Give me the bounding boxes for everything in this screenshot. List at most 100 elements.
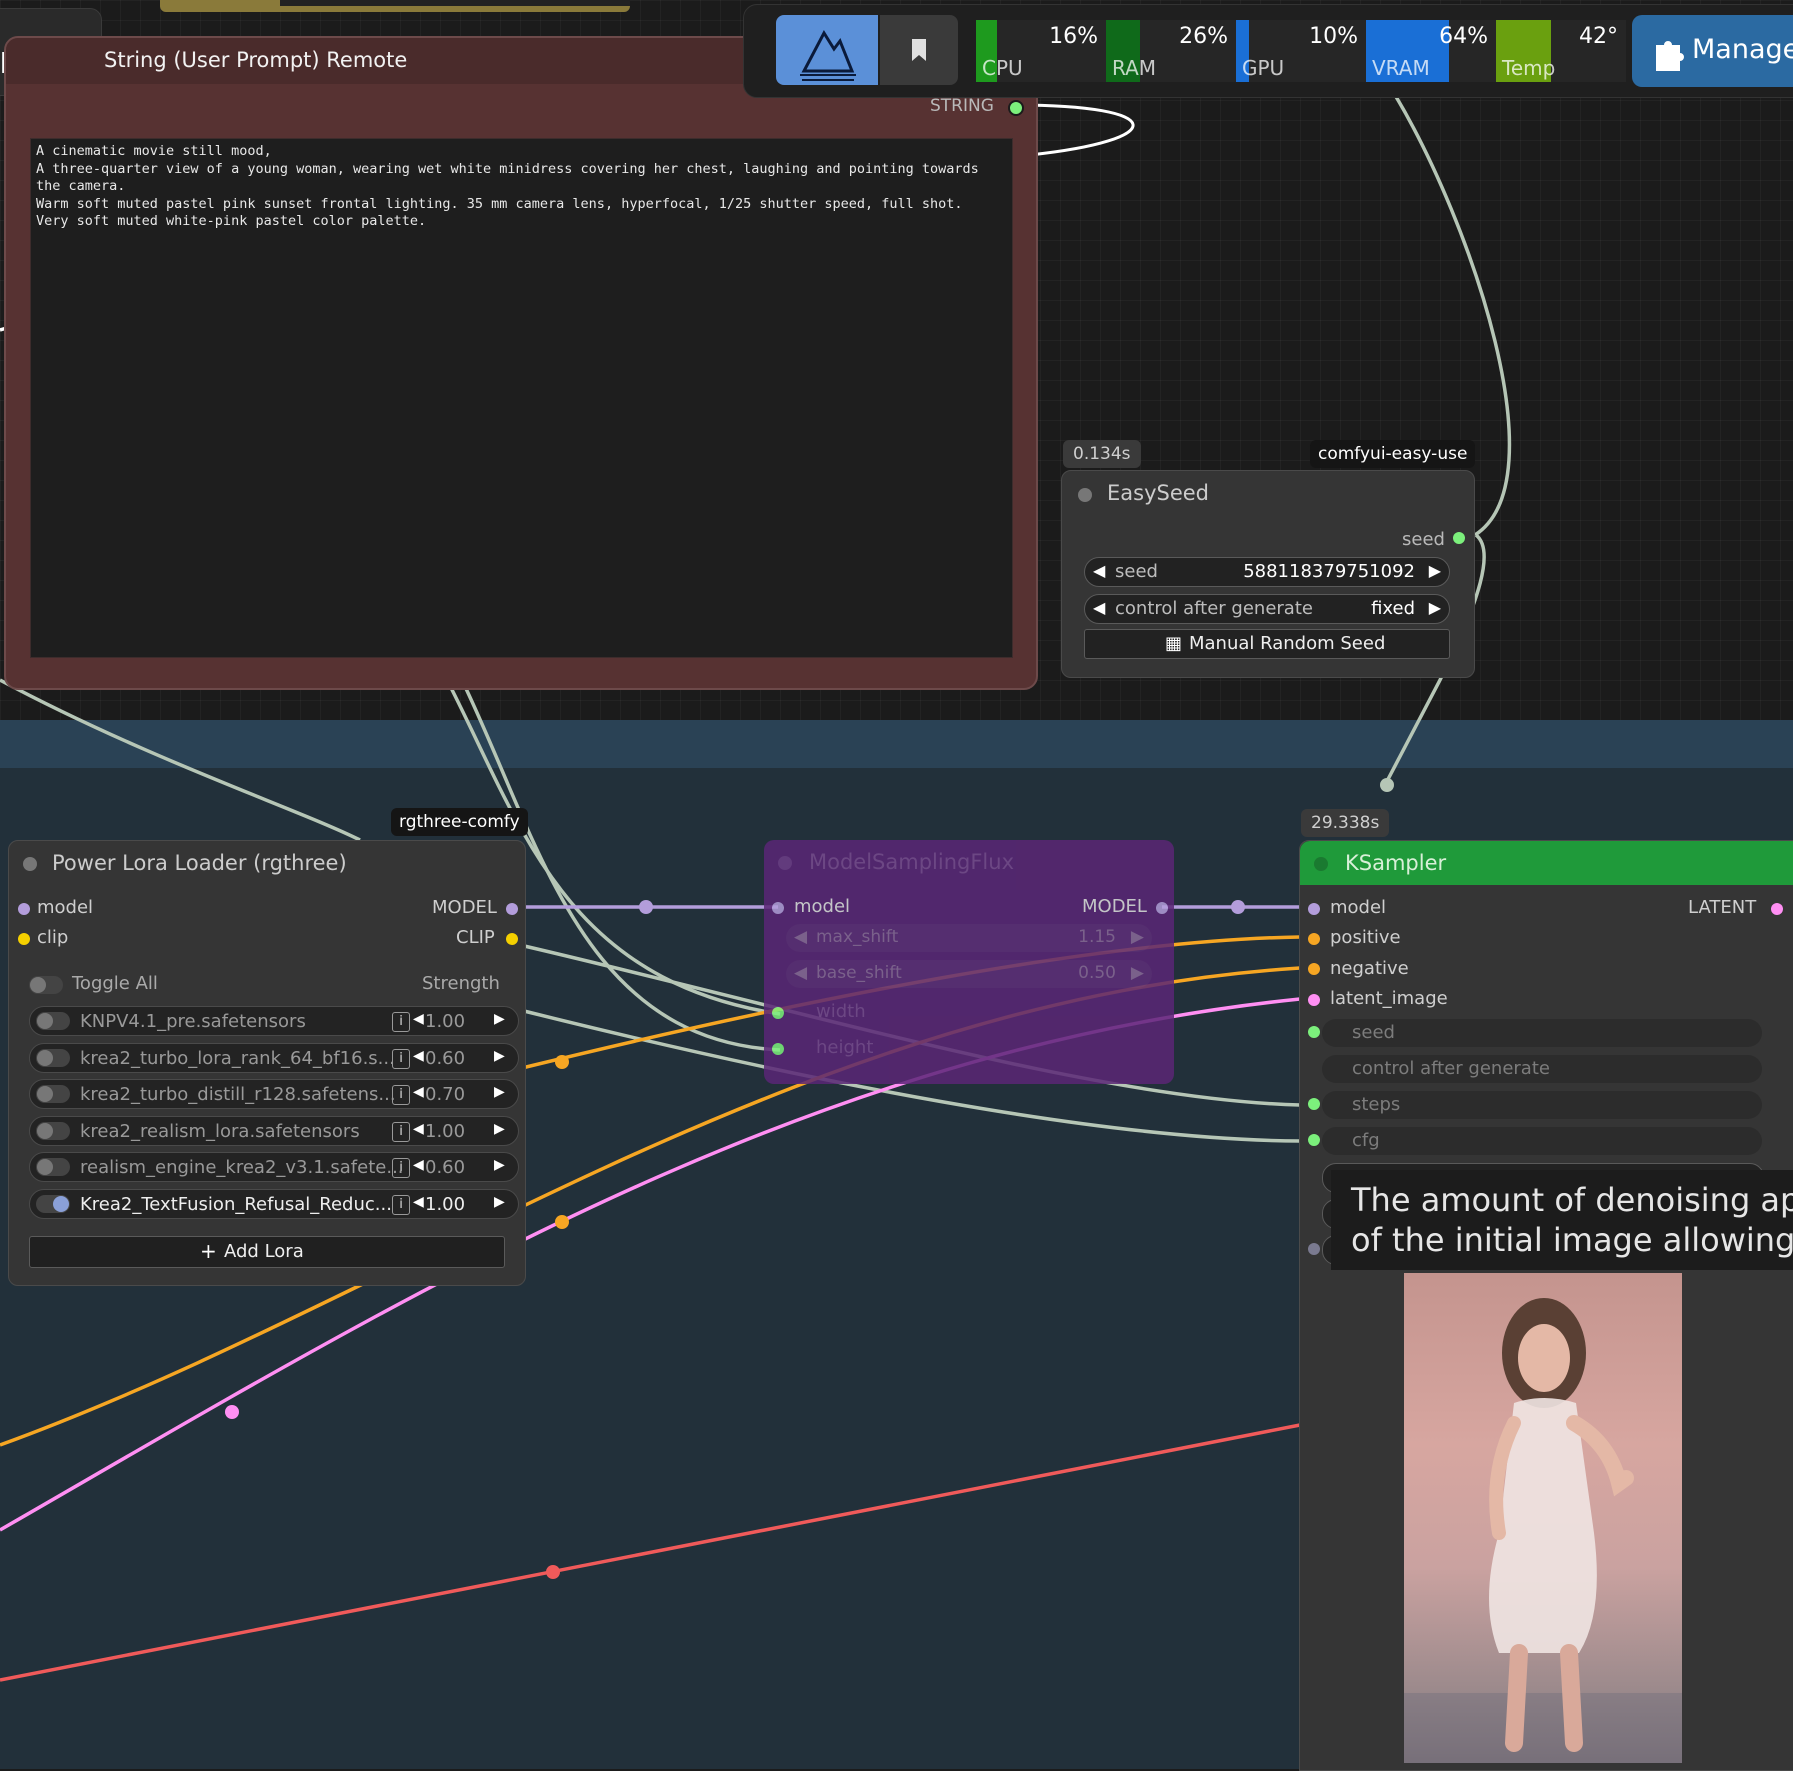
- string-output-port[interactable]: [1008, 100, 1024, 116]
- decrement-arrow-icon[interactable]: ◀: [413, 1157, 424, 1173]
- power-lora-loader-node[interactable]: Power Lora Loader (rgthree) model clip M…: [8, 840, 526, 1286]
- model-input-port[interactable]: [18, 903, 30, 915]
- decrement-arrow-icon[interactable]: ◀: [794, 927, 807, 947]
- max-shift-widget[interactable]: ◀ max_shift 1.15 ▶: [786, 924, 1152, 952]
- info-icon[interactable]: i: [392, 1158, 410, 1178]
- lora-strength[interactable]: 1.00: [425, 1011, 465, 1032]
- decrement-arrow-icon[interactable]: ◀: [794, 963, 807, 983]
- decrement-arrow-icon[interactable]: ◀: [413, 1048, 424, 1064]
- add-lora-button[interactable]: + Add Lora: [29, 1236, 505, 1268]
- lora-row[interactable]: Krea2_TextFusion_Refusal_Reduc... i ◀ 1.00 ▶: [29, 1188, 519, 1219]
- denoise-tooltip: The amount of denoising appl of the init…: [1331, 1170, 1793, 1270]
- info-icon[interactable]: i: [392, 1121, 410, 1142]
- ks-cfg-input-port[interactable]: [1308, 1134, 1320, 1146]
- control-after-generate-widget[interactable]: ◀ control after generate fixed ▶: [1084, 594, 1450, 624]
- manual-random-seed-button[interactable]: ▦ Manual Random Seed: [1084, 629, 1450, 659]
- lora-row[interactable]: realism_engine_krea2_v3.1.safete... i ◀ 0.6…: [29, 1152, 519, 1182]
- node-status-dot[interactable]: [23, 857, 37, 871]
- lora-strength[interactable]: 0.70: [425, 1084, 465, 1105]
- lora-name[interactable]: realism_engine_krea2_v3.1.safete...: [80, 1157, 410, 1178]
- bookmark-button[interactable]: [880, 15, 958, 85]
- node-status-dot[interactable]: [778, 856, 792, 870]
- lora-toggle[interactable]: [36, 1121, 70, 1140]
- string-node[interactable]: A cinematic movie still mood, A three-qu…: [4, 36, 1038, 690]
- height-input-port[interactable]: [772, 1043, 784, 1055]
- model-output-port[interactable]: [506, 903, 518, 915]
- ksampler-time-badge: 29.338s: [1301, 809, 1390, 837]
- msf-model-output-port[interactable]: [1156, 902, 1168, 914]
- msf-model-input-port[interactable]: [772, 902, 784, 914]
- ks-negative-input-port[interactable]: [1308, 963, 1320, 975]
- increment-arrow-icon[interactable]: ▶: [1131, 963, 1144, 983]
- toggle-all-switch[interactable]: [29, 976, 63, 994]
- ks-steps-widget[interactable]: steps: [1322, 1091, 1762, 1119]
- ks-model-input-port[interactable]: [1308, 903, 1320, 915]
- lora-name[interactable]: Krea2_TextFusion_Refusal_Reduc...: [80, 1194, 410, 1215]
- base-shift-widget[interactable]: ◀ base_shift 0.50 ▶: [786, 960, 1152, 988]
- prompt-textarea[interactable]: A cinematic movie still mood, A three-qu…: [30, 138, 1013, 658]
- increment-arrow-icon[interactable]: ▶: [494, 1194, 505, 1210]
- increment-arrow-icon[interactable]: ▶: [1429, 598, 1441, 617]
- increment-arrow-icon[interactable]: ▶: [1131, 927, 1144, 947]
- easyseed-node[interactable]: EasySeed seed ◀ seed 588118379751092 ▶ ◀…: [1061, 470, 1475, 678]
- increment-arrow-icon[interactable]: ▶: [1429, 561, 1441, 580]
- model-sampling-flux-node[interactable]: ModelSamplingFlux model MODEL ◀ max_shif…: [764, 840, 1174, 1084]
- decrement-arrow-icon[interactable]: ◀: [413, 1194, 424, 1210]
- lora-name[interactable]: krea2_turbo_lora_rank_64_bf16.s...: [80, 1048, 410, 1069]
- increment-arrow-icon[interactable]: ▶: [494, 1048, 505, 1064]
- info-icon[interactable]: i: [392, 1012, 410, 1032]
- tooltip-line-2: of the initial image allowing fo: [1351, 1221, 1793, 1259]
- lora-name[interactable]: krea2_turbo_distill_r128.safetens...: [80, 1084, 410, 1105]
- increment-arrow-icon[interactable]: ▶: [494, 1157, 505, 1173]
- seed-output-port[interactable]: [1453, 532, 1465, 544]
- ks-latent-input-label: latent_image: [1330, 988, 1448, 1009]
- info-icon[interactable]: i: [392, 1194, 410, 1215]
- ks-positive-input-port[interactable]: [1308, 933, 1320, 945]
- ks-latent-input-port[interactable]: [1308, 994, 1320, 1006]
- clip-output-port[interactable]: [506, 933, 518, 945]
- lora-row[interactable]: krea2_turbo_distill_r128.safetens... i ◀ 0.…: [29, 1079, 519, 1109]
- info-icon[interactable]: i: [392, 1048, 410, 1069]
- node-status-dot[interactable]: [1314, 857, 1328, 871]
- lora-toggle[interactable]: [36, 1194, 70, 1213]
- ks-seed-widget[interactable]: seed: [1322, 1019, 1762, 1047]
- ks-denoise-input-port[interactable]: [1308, 1243, 1320, 1255]
- increment-arrow-icon[interactable]: ▶: [494, 1121, 505, 1137]
- meter-cpu: 16% CPU: [976, 20, 1106, 82]
- ks-control-widget[interactable]: control after generate: [1322, 1055, 1762, 1083]
- lora-strength[interactable]: 0.60: [425, 1157, 465, 1178]
- decrement-arrow-icon[interactable]: ◀: [1093, 561, 1105, 580]
- lora-strength[interactable]: 0.60: [425, 1048, 465, 1069]
- easyseed-source-tag: comfyui-easy-use: [1310, 440, 1476, 468]
- lora-toggle[interactable]: [36, 1048, 70, 1067]
- node-status-dot[interactable]: [1078, 488, 1092, 502]
- lora-row[interactable]: krea2_realism_lora.safetensors i ◀ 1.00 ▶: [29, 1115, 519, 1146]
- decrement-arrow-icon[interactable]: ◀: [413, 1084, 424, 1100]
- lora-toggle[interactable]: [36, 1085, 70, 1103]
- meter-value: 64%: [1439, 24, 1488, 49]
- msf-title: ModelSamplingFlux: [809, 850, 1014, 874]
- decrement-arrow-icon[interactable]: ◀: [1093, 598, 1105, 617]
- lora-strength[interactable]: 1.00: [425, 1121, 465, 1142]
- lora-toggle[interactable]: [36, 1012, 70, 1030]
- clip-input-port[interactable]: [18, 933, 30, 945]
- meter-label: VRAM: [1372, 56, 1430, 80]
- decrement-arrow-icon[interactable]: ◀: [413, 1011, 424, 1027]
- info-icon[interactable]: i: [392, 1085, 410, 1105]
- lora-row[interactable]: KNPV4.1_pre.safetensors i ◀ 1.00 ▶: [29, 1006, 519, 1036]
- lora-toggle[interactable]: [36, 1158, 70, 1176]
- ks-steps-input-port[interactable]: [1308, 1098, 1320, 1110]
- ks-cfg-widget[interactable]: cfg: [1322, 1127, 1762, 1155]
- logo-button[interactable]: [776, 15, 878, 85]
- increment-arrow-icon[interactable]: ▶: [494, 1011, 505, 1027]
- lora-name[interactable]: krea2_realism_lora.safetensors: [80, 1121, 410, 1142]
- increment-arrow-icon[interactable]: ▶: [494, 1084, 505, 1100]
- decrement-arrow-icon[interactable]: ◀: [413, 1121, 424, 1137]
- lora-row[interactable]: krea2_turbo_lora_rank_64_bf16.s... i ◀ 0.60…: [29, 1042, 519, 1073]
- lora-strength[interactable]: 1.00: [425, 1194, 465, 1215]
- ks-seed-input-port[interactable]: [1308, 1026, 1320, 1038]
- ks-latent-output-port[interactable]: [1771, 903, 1783, 915]
- seed-widget[interactable]: ◀ seed 588118379751092 ▶: [1084, 557, 1450, 587]
- width-input-port[interactable]: [772, 1007, 784, 1019]
- lora-name[interactable]: KNPV4.1_pre.safetensors: [80, 1011, 410, 1032]
